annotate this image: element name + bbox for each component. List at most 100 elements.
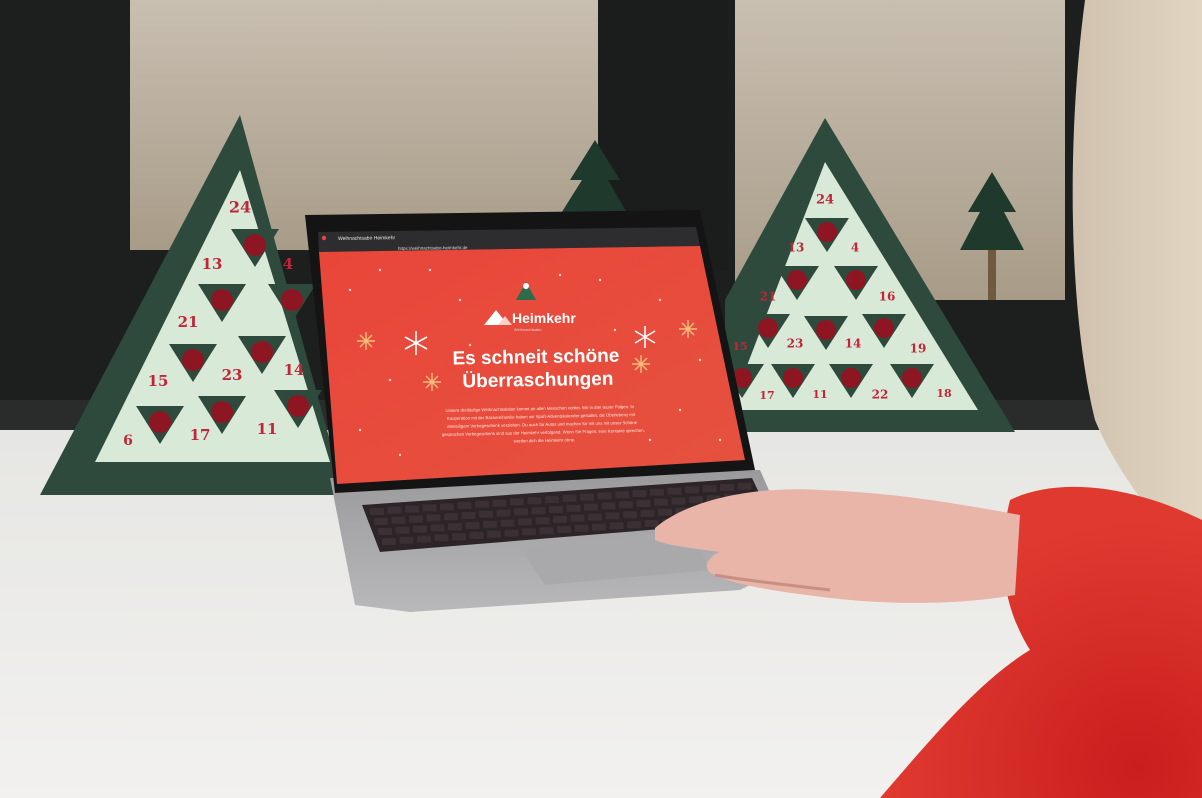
calendar-pocket-door xyxy=(182,349,204,371)
keyboard-key[interactable] xyxy=(671,497,686,505)
laptop-screen: Weihnachtsabo Heimkehr https://weihnacht… xyxy=(318,227,745,484)
keyboard-key[interactable] xyxy=(500,519,515,527)
keyboard-key[interactable] xyxy=(469,532,484,539)
keyboard-key[interactable] xyxy=(434,534,449,542)
keyboard-key[interactable] xyxy=(609,522,624,530)
browser-tab-title[interactable]: Weihnachtsabo Heimkehr xyxy=(338,235,396,242)
keyboard-key[interactable] xyxy=(405,505,419,513)
snow-dot xyxy=(348,288,352,292)
keyboard-key[interactable] xyxy=(632,490,647,497)
keyboard-key[interactable] xyxy=(702,485,717,493)
keyboard-key[interactable] xyxy=(399,536,414,544)
snow-dot xyxy=(613,328,617,332)
snow-dot xyxy=(428,268,432,272)
calendar-pocket-door xyxy=(874,318,894,338)
keyboard-key[interactable] xyxy=(562,494,577,502)
keyboard-key[interactable] xyxy=(557,526,571,533)
keyboard-key[interactable] xyxy=(448,523,462,531)
keyboard-key[interactable] xyxy=(720,484,734,491)
keyboard-key[interactable] xyxy=(395,526,410,534)
calendar-day-number: 21 xyxy=(760,290,777,304)
calendar-day-number: 18 xyxy=(936,387,952,400)
keyboard-key[interactable] xyxy=(737,482,752,490)
snow-dot xyxy=(698,358,702,362)
keyboard-key[interactable] xyxy=(689,496,703,504)
keyboard-key[interactable] xyxy=(391,516,406,524)
keyboard-key[interactable] xyxy=(461,512,476,519)
keyboard-key[interactable] xyxy=(667,487,682,495)
snow-dot xyxy=(398,453,402,457)
keyboard-key[interactable] xyxy=(535,517,550,525)
keyboard-key[interactable] xyxy=(627,521,641,529)
keyboard-key[interactable] xyxy=(619,501,633,509)
keyboard-key[interactable] xyxy=(382,538,396,545)
calendar-pocket-door xyxy=(846,270,866,290)
keyboard-key[interactable] xyxy=(588,513,602,521)
keyboard-key[interactable] xyxy=(566,504,581,512)
keyboard-key[interactable] xyxy=(623,511,637,519)
calendar-day-number: 15 xyxy=(732,340,747,353)
keyboard-key[interactable] xyxy=(522,528,536,536)
keyboard-key[interactable] xyxy=(374,518,388,525)
keyboard-key[interactable] xyxy=(640,510,655,517)
keyboard-key[interactable] xyxy=(440,503,454,511)
keyboard-key[interactable] xyxy=(539,527,554,535)
keyboard-key[interactable] xyxy=(549,506,563,513)
keyboard-key[interactable] xyxy=(654,498,668,506)
keyboard-key[interactable] xyxy=(465,522,480,529)
calendar-day-number: 24 xyxy=(816,193,834,208)
calendar-pocket-door xyxy=(902,368,922,388)
keyboard-key[interactable] xyxy=(545,496,559,503)
keyboard-key[interactable] xyxy=(580,493,594,501)
keyboard-key[interactable] xyxy=(601,502,616,510)
keyboard-key[interactable] xyxy=(444,513,458,521)
keyboard-key[interactable] xyxy=(452,533,466,541)
keyboard-key[interactable] xyxy=(378,528,392,535)
keyboard-key[interactable] xyxy=(510,498,524,506)
browser-close-icon[interactable] xyxy=(321,235,327,241)
keyboard-key[interactable] xyxy=(518,518,532,526)
keyboard-key[interactable] xyxy=(597,492,612,500)
keyboard-key[interactable] xyxy=(605,512,620,520)
calendar-pocket-door xyxy=(149,411,171,433)
keyboard-key[interactable] xyxy=(685,486,699,494)
snow-dot xyxy=(468,343,472,347)
keyboard-key[interactable] xyxy=(650,488,664,496)
keyboard-key[interactable] xyxy=(584,503,598,511)
keyboard-key[interactable] xyxy=(527,497,542,505)
keyboard-key[interactable] xyxy=(387,506,402,514)
keyboard-key[interactable] xyxy=(592,523,606,531)
keyboard-key[interactable] xyxy=(504,529,519,537)
keyboard-key[interactable] xyxy=(615,491,629,499)
keyboard-key[interactable] xyxy=(409,515,423,523)
keyboard-key[interactable] xyxy=(636,500,651,507)
calendar-pocket-door xyxy=(287,395,309,417)
keyboard-key[interactable] xyxy=(413,525,427,533)
calendar-day-number: 17 xyxy=(190,426,211,444)
keyboard-key[interactable] xyxy=(483,520,497,528)
keyboard-key[interactable] xyxy=(417,535,431,543)
keyboard-key[interactable] xyxy=(553,516,567,523)
keyboard-key[interactable] xyxy=(457,502,472,509)
keyboard-key[interactable] xyxy=(492,499,507,507)
keyboard-key[interactable] xyxy=(574,524,589,532)
snow-dot xyxy=(558,273,562,277)
hero-headline-line2: Überraschungen xyxy=(462,369,613,393)
keyboard-key[interactable] xyxy=(370,508,384,515)
keyboard-key[interactable] xyxy=(475,500,489,508)
calendar-pocket-door xyxy=(816,320,836,340)
keyboard-key[interactable] xyxy=(570,514,585,522)
keyboard-key[interactable] xyxy=(531,507,546,515)
laptop-model-label: MacBook Pro xyxy=(530,480,560,487)
keyboard-key[interactable] xyxy=(422,504,437,512)
keyboard-key[interactable] xyxy=(496,509,511,517)
keyboard-key[interactable] xyxy=(644,520,659,527)
keyboard-key[interactable] xyxy=(426,514,441,522)
snow-dot xyxy=(598,278,602,282)
keyboard-key[interactable] xyxy=(658,508,672,516)
keyboard-key[interactable] xyxy=(430,524,445,532)
keyboard-key[interactable] xyxy=(479,510,493,518)
keyboard-key[interactable] xyxy=(514,508,528,516)
keyboard-key[interactable] xyxy=(487,530,501,538)
calendar-pocket-door xyxy=(281,289,303,311)
